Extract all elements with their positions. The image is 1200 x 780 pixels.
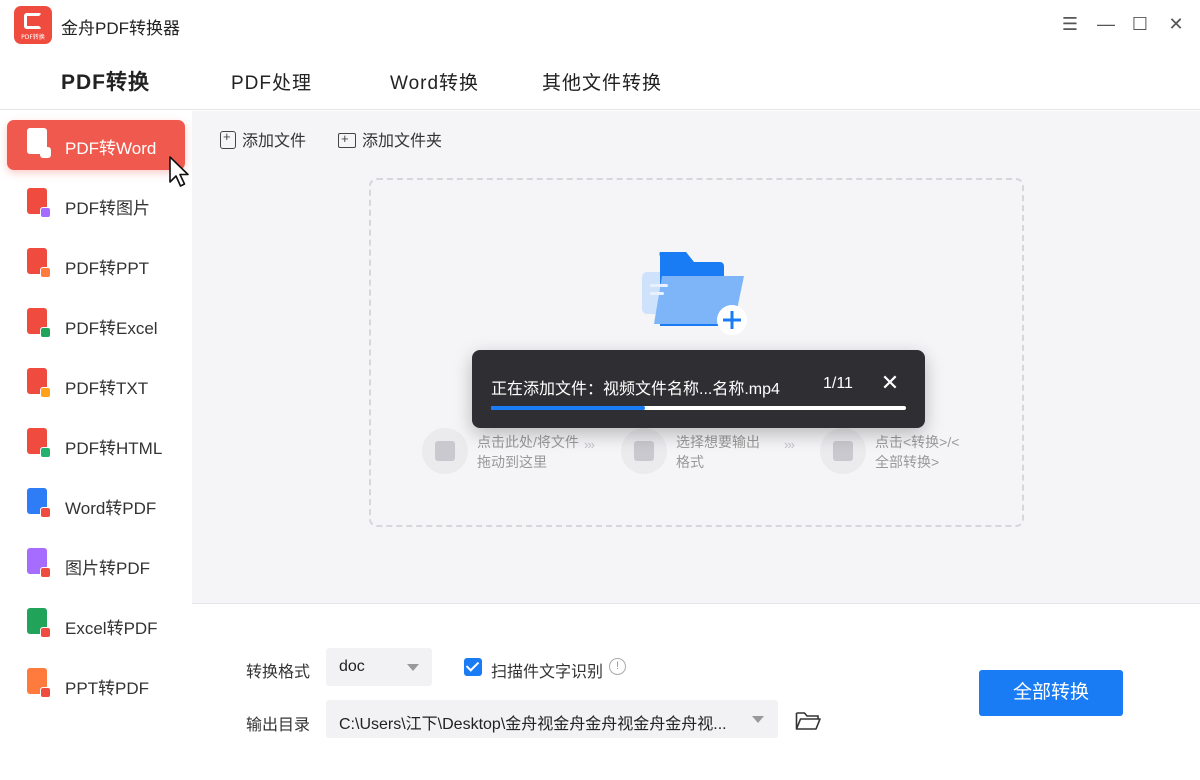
- output-dir-value: C:\Users\江下\Desktop\金舟视金舟金舟视金舟金舟视...: [339, 716, 727, 733]
- tab-word-convert[interactable]: Word转换: [390, 68, 479, 95]
- pdf-to-image-icon: [27, 188, 51, 218]
- sidebar-item-pdf-to-word[interactable]: PDF转Word: [7, 120, 185, 170]
- sidebar-item-word-to-pdf[interactable]: Word转PDF: [7, 480, 185, 530]
- sidebar-item-ppt-to-pdf[interactable]: PPT转PDF: [7, 660, 185, 710]
- chevron-down-icon: [752, 716, 764, 723]
- format-select[interactable]: doc: [326, 648, 432, 686]
- tab-pdf-convert[interactable]: PDF转换: [61, 66, 150, 101]
- main-tabs: PDF转换 PDF处理 Word转换 其他文件转换: [0, 50, 1200, 110]
- ocr-checkbox[interactable]: [464, 658, 482, 676]
- info-icon[interactable]: !: [609, 658, 626, 675]
- close-icon[interactable]: ✕: [1162, 10, 1190, 38]
- format-label: 转换格式: [246, 664, 311, 681]
- step-text: 选择想要输出格式: [676, 434, 760, 470]
- image-to-pdf-icon: [27, 548, 51, 578]
- output-dir-label: 输出目录: [246, 717, 311, 734]
- progress-bar: [491, 406, 906, 410]
- excel-to-pdf-icon: [27, 608, 51, 638]
- sidebar-item-pdf-to-image[interactable]: PDF转图片: [7, 180, 185, 230]
- hamburger-icon[interactable]: ☰: [1056, 10, 1084, 38]
- tab-label: PDF转换: [61, 71, 150, 94]
- sidebar-item-pdf-to-ppt[interactable]: PDF转PPT: [7, 240, 185, 290]
- open-folder-icon[interactable]: [795, 710, 821, 732]
- step-separator: ›››: [784, 437, 795, 452]
- sidebar-item-pdf-to-txt[interactable]: PDF转TXT: [7, 360, 185, 410]
- word-to-pdf-icon: [27, 488, 51, 518]
- chevron-down-icon: [407, 664, 419, 671]
- sidebar-item-label: PDF转HTML: [65, 439, 163, 458]
- tab-label: Word转换: [390, 73, 480, 94]
- sidebar-item-pdf-to-html[interactable]: PDF转HTML: [7, 420, 185, 470]
- sidebar-item-label: PDF转TXT: [65, 379, 149, 398]
- add-folder-icon: [338, 131, 356, 148]
- pdf-to-excel-icon: [27, 308, 51, 338]
- add-folder-illustration-icon: [642, 252, 747, 335]
- ocr-label: 扫描件文字识别: [491, 664, 604, 681]
- step-text: 点击此处/将文件拖动到这里: [477, 434, 579, 470]
- sidebar-item-label: PDF转Word: [65, 139, 157, 158]
- add-folder-button[interactable]: 添加文件夹: [338, 127, 442, 151]
- pdf-to-html-icon: [27, 428, 51, 458]
- convert-all-button[interactable]: 全部转换: [979, 670, 1123, 716]
- app-logo: PDF转换: [14, 6, 52, 44]
- app-logo-caption: PDF转换: [21, 34, 45, 41]
- sidebar-item-label: PDF转PPT: [65, 259, 150, 278]
- ppt-to-pdf-icon: [27, 668, 51, 698]
- format-select-value: doc: [339, 658, 365, 675]
- sidebar-item-label: PPT转PDF: [65, 679, 150, 698]
- tab-pdf-process[interactable]: PDF处理: [231, 68, 312, 95]
- step-text: 点击<转换>/<全部转换>: [875, 434, 960, 470]
- close-icon[interactable]: ✕: [879, 370, 901, 396]
- settings-panel: 转换格式 doc 扫描件文字识别 ! 输出目录 C:\Users\江下\Desk…: [192, 603, 1200, 780]
- pdf-to-ppt-icon: [27, 248, 51, 278]
- sidebar-item-label: 图片转PDF: [65, 559, 150, 578]
- progress-bar-fill: [491, 406, 645, 410]
- tab-other-convert[interactable]: 其他文件转换: [542, 68, 662, 95]
- sidebar-item-image-to-pdf[interactable]: 图片转PDF: [7, 540, 185, 590]
- adding-files-toast: 正在添加文件：视频文件名称...名称.mp4 1/11 ✕: [472, 350, 925, 428]
- step-separator: ›››: [584, 437, 595, 452]
- pdf-to-word-icon: [27, 128, 51, 158]
- app-title: 金舟PDF转换器: [61, 19, 180, 38]
- toast-count: 1/11: [823, 375, 853, 392]
- tab-label: PDF处理: [231, 73, 313, 94]
- minimize-icon[interactable]: —: [1092, 10, 1120, 38]
- open-folder-icon: [422, 428, 468, 474]
- add-folder-label: 添加文件夹: [362, 133, 443, 150]
- convert-icon: [820, 428, 866, 474]
- sidebar-item-label: PDF转图片: [65, 199, 150, 218]
- title-bar: PDF转换 金舟PDF转换器 ☰ — ☐ ✕: [0, 0, 1200, 50]
- sidebar-item-excel-to-pdf[interactable]: Excel转PDF: [7, 600, 185, 650]
- add-file-icon: [220, 129, 236, 149]
- tab-label: 其他文件转换: [542, 73, 663, 94]
- toast-message: 正在添加文件：视频文件名称...名称.mp4: [491, 381, 780, 398]
- pdf-to-txt-icon: [27, 368, 51, 398]
- output-dir-select[interactable]: C:\Users\江下\Desktop\金舟视金舟金舟视金舟金舟视...: [326, 700, 778, 738]
- add-file-button[interactable]: 添加文件: [220, 127, 306, 151]
- sidebar: PDF转Word PDF转图片 PDF转PPT PDF转Excel PDF转TX…: [0, 111, 192, 780]
- sidebar-item-label: Word转PDF: [65, 499, 157, 518]
- maximize-icon[interactable]: ☐: [1126, 10, 1154, 38]
- sidebar-item-label: Excel转PDF: [65, 619, 158, 638]
- import-icon: [621, 428, 667, 474]
- mouse-cursor-icon: [169, 156, 189, 187]
- sidebar-item-pdf-to-excel[interactable]: PDF转Excel: [7, 300, 185, 350]
- sidebar-item-label: PDF转Excel: [65, 319, 158, 338]
- add-file-label: 添加文件: [242, 133, 307, 150]
